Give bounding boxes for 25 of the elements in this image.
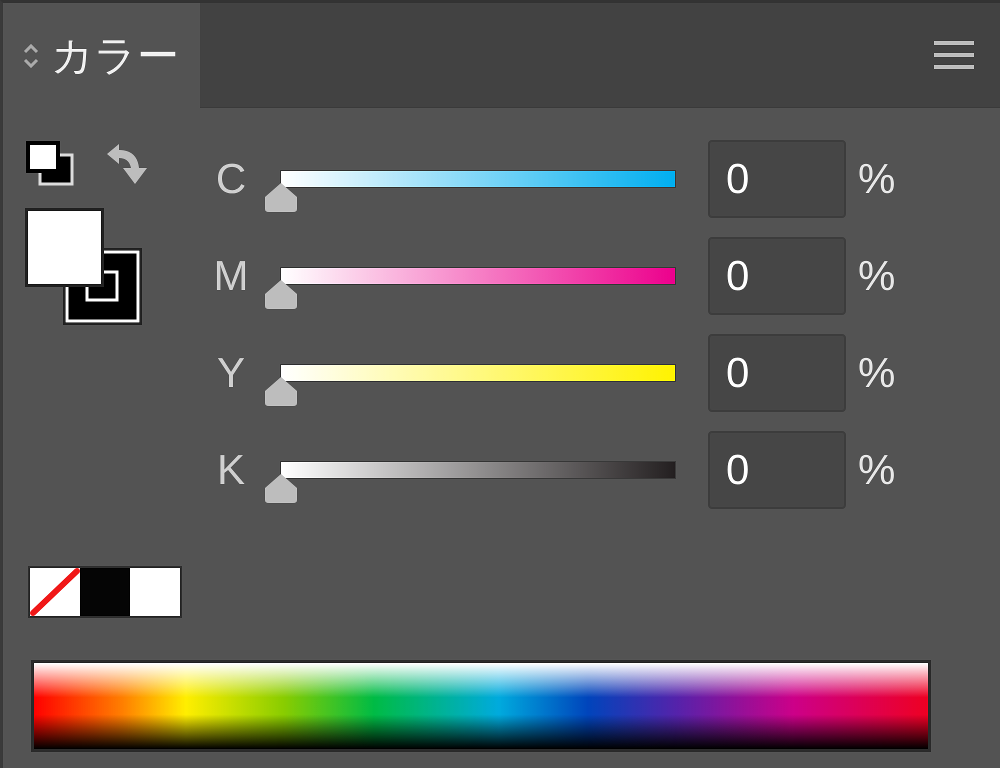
channel-label: M: [212, 252, 250, 300]
slider-thumb[interactable]: [263, 472, 299, 504]
unit-label: %: [858, 349, 896, 397]
menu-icon[interactable]: [934, 41, 974, 69]
fill-stroke-icon[interactable]: [25, 208, 143, 326]
value-field[interactable]: 0: [708, 237, 846, 315]
panel-tab[interactable]: カラー: [3, 3, 200, 108]
color-swatch[interactable]: [130, 568, 180, 616]
default-colors-icon[interactable]: [25, 140, 75, 186]
color-spectrum[interactable]: [31, 660, 931, 752]
value-field[interactable]: 0: [708, 140, 846, 218]
channel-label: K: [216, 446, 246, 494]
slider-thumb[interactable]: [263, 375, 299, 407]
slider-thumb[interactable]: [263, 181, 299, 213]
unit-label: %: [858, 446, 896, 494]
unit-label: %: [858, 252, 896, 300]
unit-label: %: [858, 155, 896, 203]
none-swatch[interactable]: [30, 568, 80, 616]
color-swatch[interactable]: [80, 568, 130, 616]
updown-icon: [23, 42, 39, 68]
value-field[interactable]: 0: [708, 431, 846, 509]
channel-label: Y: [216, 349, 246, 397]
slider-thumb[interactable]: [263, 278, 299, 310]
channel-label: C: [214, 155, 248, 203]
value-field[interactable]: 0: [708, 334, 846, 412]
